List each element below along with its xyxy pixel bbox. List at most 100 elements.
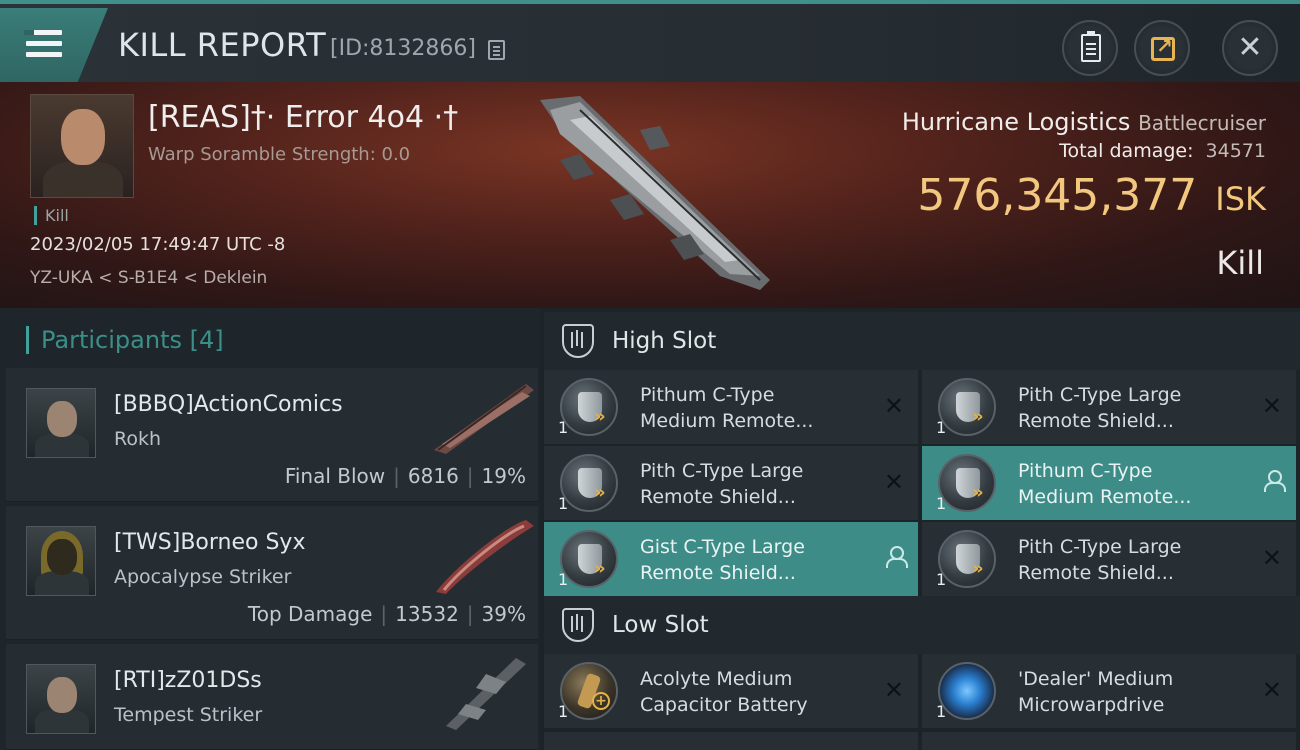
module-item[interactable]: » 1 Pithum C-Type Medium Remote... [922,446,1296,520]
module-name: Acolyte Medium Capacitor Battery [640,668,808,716]
victim-portrait[interactable] [30,94,134,198]
clipboard-icon [1081,31,1101,62]
close-icon: ✕ [1237,30,1263,65]
module-name: Pithum C-Type Medium Remote... [1018,460,1192,508]
participant-row[interactable]: + [TWS]Borneo Syx Apocalypse Striker Top… [6,506,538,640]
menu-icon [24,30,62,58]
participant-avatar[interactable]: + [26,664,96,734]
participants-title-text: Participants [41,326,182,354]
kill-timestamp: 2023/02/05 17:49:47 UTC -8 [30,234,286,255]
ship-class-text: Battlecruiser [1138,111,1266,135]
participant-role: Top Damage [247,602,373,626]
module-quantity: 1 [936,418,947,437]
low-slot-header: Low Slot [544,596,1300,654]
report-id: [ID:8132866] [330,36,476,61]
participant-row[interactable]: + [RTI]zZ01DSs Tempest Striker [6,644,538,750]
participant-avatar[interactable] [26,388,96,458]
clipboard-button[interactable] [1062,20,1118,76]
participant-row[interactable]: [BBBQ]ActionComics Rokh Final Blow | 6816 |… [6,368,538,502]
microwarpdrive-icon [938,662,996,720]
victim-ship-image [540,96,770,290]
module-name: Gist C-Type Large Remote Shield... [640,536,805,584]
person-icon [1264,470,1286,492]
share-button[interactable] [1134,20,1190,76]
person-icon [886,546,908,568]
participant-avatar[interactable]: + [26,526,96,596]
destroyed-icon: ✕ [1261,392,1282,420]
participant-role: Final Blow [284,464,386,488]
participant-ship: Apocalypse Striker [114,566,292,588]
destroyed-icon: ✕ [1261,676,1282,704]
module-quantity: 1 [936,702,947,721]
fitting-panel: High Slot » 1 Pithum C-Type Medium Remote… [540,308,1300,750]
participant-percent: 19% [481,464,526,488]
participant-name: [RTI]zZ01DSs [114,668,262,693]
low-slot-icon [562,608,594,642]
isk-value: 576,345,377 ISK [917,170,1266,221]
module-item[interactable]: + 1 Acolyte Medium Capacitor Battery ✕ [544,654,918,728]
page-title: KILL REPORT [118,26,327,64]
header-bar: KILL REPORT [ID:8132866] ✕ [0,0,1300,82]
copy-icon[interactable] [488,40,505,60]
close-button[interactable]: ✕ [1222,20,1278,76]
participant-ship: Rokh [114,428,162,450]
isk-amount: 576,345,377 [917,170,1198,221]
module-item[interactable]: » 1 Pith C-Type Large Remote Shield... ✕ [922,522,1296,596]
module-item[interactable]: 1 'Dealer' Medium Microwarpdrive ✕ [922,654,1296,728]
module-name: Pith C-Type Large Remote Shield... [1018,536,1182,584]
kill-banner: [REAS]†· Error 4o4 ·† Warp Soramble Stre… [0,82,1300,308]
ship-name-text: Hurricane Logistics [901,108,1131,136]
kill-location: YZ-UKA < S-B1E4 < Deklein [30,268,268,288]
shield-icon: » [560,530,618,588]
kill-tag: Kill [34,206,69,225]
destroyed-icon: ✕ [883,468,904,496]
participant-damage: 6816 [407,464,459,488]
module-quantity: 1 [936,494,947,513]
module-name: Pithum C-Type Medium Remote... [640,384,814,432]
warp-scramble-strength: Warp Soramble Strength: 0.0 [148,144,411,165]
destroyed-icon: ✕ [883,676,904,704]
participants-panel: Participants [4] [BBBQ]ActionComics Rokh… [0,308,540,750]
participant-ship: Tempest Striker [114,704,263,726]
shield-icon: » [560,378,618,436]
module-quantity: 1 [558,418,569,437]
participant-stats: Final Blow | 6816 | 19% [284,464,526,488]
shield-icon: » [560,454,618,512]
participants-title: Participants [4] [26,326,224,354]
participant-damage: 13532 [395,602,459,626]
high-slot-icon [562,324,594,358]
high-slot-header: High Slot [544,312,1300,370]
module-name: Pith C-Type Large Remote Shield... [1018,384,1182,432]
participant-stats: Top Damage | 13532 | 39% [247,602,526,626]
share-icon [1151,34,1175,61]
module-item[interactable]: » 1 Pith C-Type Large Remote Shield... ✕ [922,370,1296,444]
participant-ship-image [446,658,526,730]
participant-name: [BBBQ]ActionComics [114,392,343,417]
participant-name: [TWS]Borneo Syx [114,530,306,555]
total-damage: Total damage: 34571 [1059,140,1266,162]
victim-ship-name: Hurricane Logistics Battlecruiser [902,108,1266,136]
victim-name: [REAS]†· Error 4o4 ·† [148,100,459,135]
high-slot-label: High Slot [612,328,717,354]
module-quantity: 1 [558,494,569,513]
module-item[interactable] [544,732,918,750]
module-item[interactable]: » 1 Gist C-Type Large Remote Shield... [544,522,918,596]
module-quantity: 1 [936,570,947,589]
shield-icon: » [938,530,996,588]
destroyed-icon: ✕ [1261,544,1282,572]
participant-ship-image [434,384,534,454]
total-damage-label: Total damage: [1059,140,1194,162]
module-quantity: 1 [558,570,569,589]
participant-ship-image [436,520,534,594]
module-item[interactable] [922,732,1296,750]
module-name: 'Dealer' Medium Microwarpdrive [1018,668,1174,716]
module-item[interactable]: » 1 Pith C-Type Large Remote Shield... ✕ [544,446,918,520]
module-item[interactable]: » 1 Pithum C-Type Medium Remote... ✕ [544,370,918,444]
capacitor-battery-icon: + [560,662,618,720]
shield-icon: » [938,378,996,436]
participant-percent: 39% [481,602,526,626]
isk-unit: ISK [1215,180,1266,218]
destroyed-icon: ✕ [883,392,904,420]
menu-button[interactable] [0,8,108,82]
low-slot-label: Low Slot [612,612,709,638]
